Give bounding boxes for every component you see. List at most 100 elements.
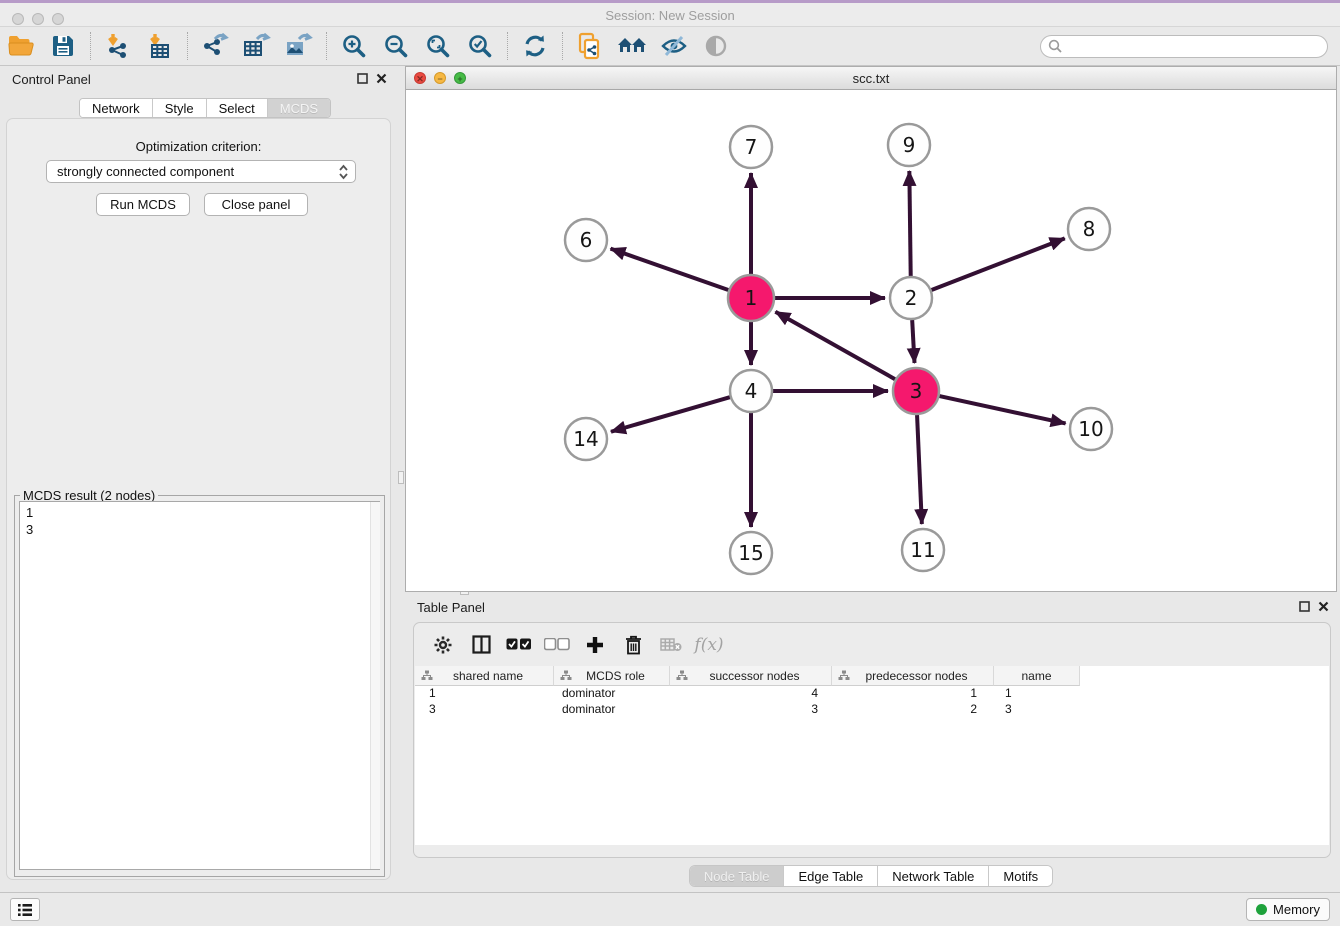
criterion-value: strongly connected component [57, 164, 234, 179]
table-cell[interactable]: dominator [554, 702, 670, 718]
close-panel-button[interactable]: Close panel [204, 193, 308, 216]
graph-edge-3-10[interactable] [939, 396, 1065, 423]
column-header-name[interactable]: name [994, 666, 1080, 686]
window-accent-strip [0, 0, 1340, 3]
table-cell[interactable]: 3 [415, 702, 554, 718]
table-row[interactable]: 3dominator323 [415, 702, 1329, 718]
run-mcds-button[interactable]: Run MCDS [96, 193, 190, 216]
save-session-icon[interactable] [46, 31, 80, 61]
graph-node-label-4: 4 [745, 379, 758, 403]
neighbors-houses-icon[interactable] [615, 31, 649, 61]
toolbar-separator [507, 32, 508, 60]
graph-edge-1-6[interactable] [611, 249, 729, 290]
graph-node-label-10: 10 [1078, 417, 1103, 441]
duplicate-network-icon[interactable] [573, 31, 607, 61]
table-cell[interactable]: 1 [994, 686, 1080, 702]
list-icon [17, 903, 33, 917]
toolbar-separator [187, 32, 188, 60]
table-row[interactable]: 1dominator411 [415, 686, 1329, 702]
close-panel-icon[interactable] [376, 73, 387, 84]
import-table-icon[interactable] [143, 31, 177, 61]
tab-edge-table[interactable]: Edge Table [784, 866, 878, 886]
graph-node-label-11: 11 [910, 538, 935, 562]
split-columns-icon[interactable] [466, 631, 496, 659]
task-history-button[interactable] [10, 898, 40, 921]
float-panel-icon[interactable] [357, 73, 368, 84]
tree-icon [421, 670, 433, 681]
tree-icon [560, 670, 572, 681]
search-box[interactable] [1040, 35, 1328, 58]
memory-button[interactable]: Memory [1246, 898, 1330, 921]
table-cell[interactable]: 3 [670, 702, 832, 718]
mcds-result-text[interactable]: 1 3 [19, 501, 380, 870]
column-header-successor-nodes[interactable]: successor nodes [670, 666, 832, 686]
node-table-body: 1dominator4113dominator323 [415, 686, 1329, 718]
export-image-icon[interactable] [282, 31, 316, 61]
graph-edge-3-11[interactable] [917, 415, 922, 524]
float-table-panel-icon[interactable] [1299, 601, 1310, 612]
hide-selected-eye-icon[interactable] [657, 31, 691, 61]
main-area: Control Panel Network Style Select MCDS … [0, 66, 1340, 892]
vertical-splitter-grip[interactable] [398, 471, 404, 484]
graph-edge-3-1[interactable] [775, 312, 895, 379]
refresh-icon[interactable] [518, 31, 552, 61]
column-header-predecessor-nodes[interactable]: predecessor nodes [832, 666, 994, 686]
network-canvas[interactable]: 7968124314101511 [406, 90, 1336, 591]
tab-mcds[interactable]: MCDS [268, 99, 330, 117]
zoom-out-icon[interactable] [379, 31, 413, 61]
show-graphics-eye-icon [699, 31, 733, 61]
zoom-fit-icon[interactable] [421, 31, 455, 61]
delete-table-icon-disabled [656, 631, 686, 659]
graph-node-label-2: 2 [905, 286, 918, 310]
main-toolbar [0, 27, 1340, 66]
graph-node-label-7: 7 [745, 135, 758, 159]
window-title: Session: New Session [0, 8, 1340, 23]
select-all-columns-icon[interactable] [504, 631, 534, 659]
node-table: shared name MCDS role successor nodes pr… [415, 666, 1329, 845]
tab-select[interactable]: Select [207, 99, 268, 117]
table-cell[interactable]: 4 [670, 686, 832, 702]
toolbar-separator [562, 32, 563, 60]
graph-edge-2-8[interactable] [932, 238, 1065, 290]
table-container: f(x) shared name MCDS role successor n [413, 622, 1331, 858]
import-network-icon[interactable] [101, 31, 135, 61]
table-settings-gear-icon[interactable] [428, 631, 458, 659]
zoom-in-icon[interactable] [337, 31, 371, 61]
criterion-dropdown[interactable]: strongly connected component [46, 160, 356, 183]
table-cell[interactable]: dominator [554, 686, 670, 702]
deselect-all-columns-icon[interactable] [542, 631, 572, 659]
add-column-icon[interactable] [580, 631, 610, 659]
graph-node-label-9: 9 [903, 133, 916, 157]
graph-edge-2-3[interactable] [912, 320, 914, 363]
table-panel-title: Table Panel [417, 600, 485, 615]
table-cell[interactable]: 1 [832, 686, 994, 702]
open-session-icon[interactable] [4, 31, 38, 61]
function-builder-icon-disabled: f(x) [694, 631, 724, 659]
column-header-shared-name[interactable]: shared name [415, 666, 554, 686]
tab-network[interactable]: Network [80, 99, 153, 117]
table-cell[interactable]: 3 [994, 702, 1080, 718]
tab-style[interactable]: Style [153, 99, 207, 117]
result-scrollbar[interactable] [370, 502, 380, 869]
network-window: ✕ − + scc.txt 7968124314101511 [405, 66, 1337, 592]
table-cell[interactable]: 1 [415, 686, 554, 702]
node-table-header: shared name MCDS role successor nodes pr… [415, 666, 1080, 686]
export-table-icon[interactable] [240, 31, 274, 61]
memory-label: Memory [1273, 902, 1320, 917]
table-cell[interactable]: 2 [832, 702, 994, 718]
delete-column-icon[interactable] [618, 631, 648, 659]
export-network-icon[interactable] [198, 31, 232, 61]
tab-network-table[interactable]: Network Table [878, 866, 989, 886]
graph-edge-4-14[interactable] [611, 397, 730, 432]
toolbar-separator [326, 32, 327, 60]
zoom-selected-icon[interactable] [463, 31, 497, 61]
tab-node-table[interactable]: Node Table [690, 866, 785, 886]
column-header-mcds-role[interactable]: MCDS role [554, 666, 670, 686]
search-input[interactable] [1067, 37, 1327, 55]
close-table-panel-icon[interactable] [1318, 601, 1329, 612]
tab-motifs[interactable]: Motifs [989, 866, 1052, 886]
graph-node-label-3: 3 [910, 379, 923, 403]
control-panel-tabs: Network Style Select MCDS [79, 98, 331, 118]
graph-node-label-15: 15 [738, 541, 763, 565]
graph-edge-2-9[interactable] [909, 171, 910, 276]
